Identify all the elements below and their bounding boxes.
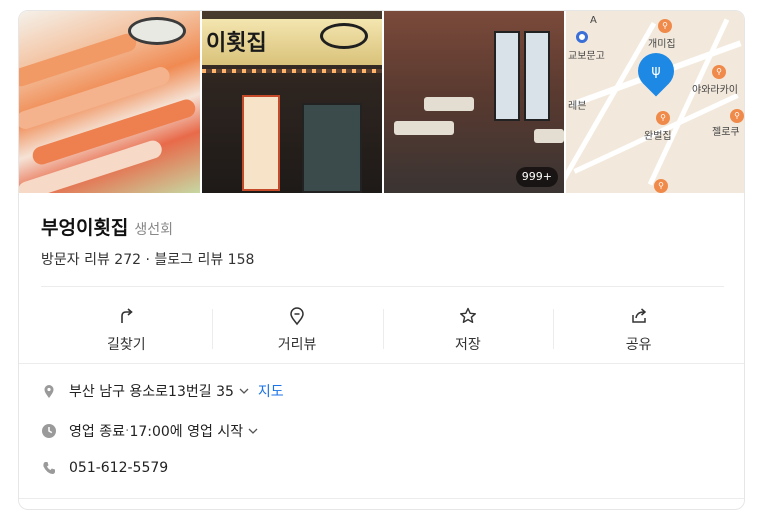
map-label: 완벌집 <box>644 131 672 142</box>
restaurant-poi-icon: ⚲ <box>712 65 726 79</box>
divider <box>41 286 724 287</box>
directions-label: 길찾기 <box>107 337 146 353</box>
street-view-label: 거리뷰 <box>277 337 317 353</box>
divider <box>19 363 744 364</box>
phone-number[interactable]: 051-612-5579 <box>69 460 168 476</box>
photo-sashimi[interactable] <box>19 11 200 193</box>
table <box>534 129 564 143</box>
location-target-icon <box>576 31 588 43</box>
clock-icon <box>42 424 56 438</box>
window <box>524 31 550 121</box>
fork-knife-icon: ψ <box>651 63 661 79</box>
directions-button[interactable]: 길찾기 <box>41 297 212 363</box>
directions-icon <box>121 308 134 323</box>
chevron-down-icon[interactable] <box>238 385 250 397</box>
save-button[interactable]: 저장 <box>382 297 554 363</box>
string-lights <box>202 69 382 73</box>
action-bar: 길찾기 거리뷰 저장 공유 <box>41 297 724 363</box>
restaurant-poi-icon: ⚲ <box>658 19 672 33</box>
map-label: 개미집 <box>648 39 676 50</box>
photo-interior[interactable]: 999+ <box>384 11 564 193</box>
hours-status: 영업 종료 <box>69 424 125 440</box>
photo-storefront[interactable]: 이횟집 <box>202 11 382 193</box>
restaurant-poi-icon: ⚲ <box>654 179 668 193</box>
star-icon <box>459 307 476 323</box>
window <box>494 31 520 121</box>
place-header: 부엉이횟집 생선회 <box>41 213 173 240</box>
restaurant-poi-icon: ⚲ <box>656 111 670 125</box>
map-link[interactable]: 지도 <box>258 381 284 401</box>
phone-row: 051-612-5579 <box>41 460 168 476</box>
table <box>424 97 474 111</box>
table <box>394 121 454 135</box>
map-label: 레븐 <box>568 101 587 112</box>
map-label: 교보문고 <box>568 51 605 62</box>
street-view-button[interactable]: 거리뷰 <box>211 297 383 363</box>
address-row: 부산 남구 용소로13번길 35 지도 <box>41 381 284 401</box>
phone-icon <box>43 462 55 474</box>
place-category: 생선회 <box>134 222 174 238</box>
map-label: A <box>590 15 597 26</box>
photo-count-badge[interactable]: 999+ <box>515 167 558 187</box>
mini-map[interactable]: A 교보문고 ⚲ 개미집 ⚲ 야와라카이 레븐 ⚲ 완벌집 ⚲ 젤로쿠 ⚲ ψ <box>566 11 744 193</box>
store-sign-text: 이횟집 <box>206 30 267 56</box>
save-label: 저장 <box>454 337 481 353</box>
share-label: 공유 <box>625 337 652 353</box>
street-view-icon <box>290 307 304 326</box>
address-text[interactable]: 부산 남구 용소로13번길 35 <box>69 381 234 401</box>
share-button[interactable]: 공유 <box>553 297 724 363</box>
hours-row: 영업 종료 · 17:00에 영업 시작 <box>41 421 259 441</box>
restaurant-poi-icon: ⚲ <box>730 109 744 123</box>
review-counts[interactable]: 방문자 리뷰 272 · 블로그 리뷰 158 <box>41 249 254 269</box>
menu-banner <box>242 95 280 191</box>
place-name[interactable]: 부엉이횟집 <box>41 213 128 240</box>
map-label: 젤로쿠 <box>712 127 740 138</box>
fish-logo-icon <box>320 23 368 49</box>
place-card: 이횟집 999+ A 교보문고 ⚲ 개미집 ⚲ 야와라카이 레븐 ⚲ 완벌집 ⚲… <box>18 10 745 510</box>
location-pin-icon <box>44 385 54 398</box>
chevron-down-icon[interactable] <box>247 425 259 437</box>
entrance-door <box>302 103 362 193</box>
map-label: 야와라카이 <box>692 85 738 96</box>
hours-detail[interactable]: 17:00에 영업 시작 <box>129 421 243 441</box>
divider <box>19 498 744 499</box>
share-icon <box>631 308 646 323</box>
sauce-bowl <box>128 17 186 45</box>
photo-strip: 이횟집 999+ A 교보문고 ⚲ 개미집 ⚲ 야와라카이 레븐 ⚲ 완벌집 ⚲… <box>19 11 744 193</box>
